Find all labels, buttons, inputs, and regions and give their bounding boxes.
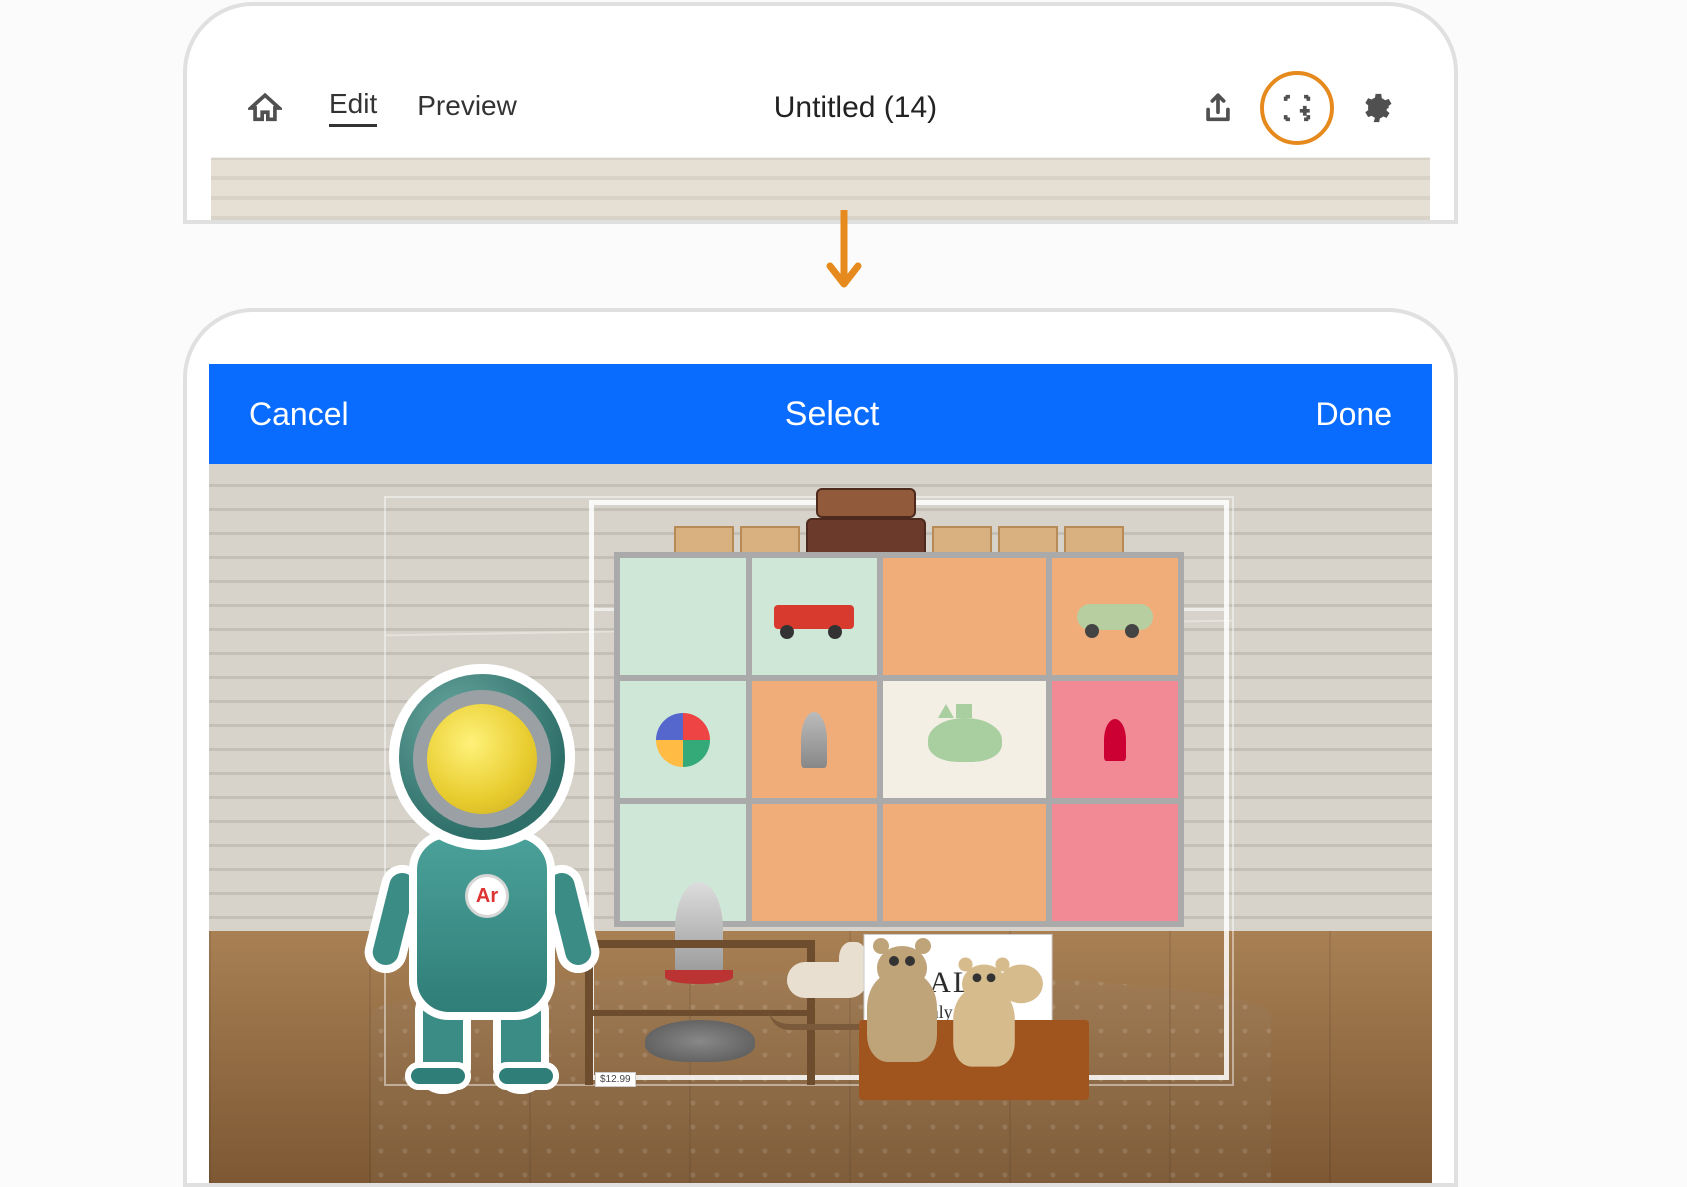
shelf-cell (883, 681, 1046, 798)
home-icon[interactable] (241, 84, 289, 132)
rocket-icon (801, 712, 827, 768)
toolbar-right-group (1194, 71, 1400, 145)
rocket-large-icon (675, 882, 723, 976)
flow-arrow-down-icon (0, 210, 1687, 300)
mascot-foot (493, 1062, 559, 1090)
shelf-cell (883, 558, 1046, 675)
beach-ball-icon (656, 713, 710, 767)
select-region-icon[interactable] (1273, 84, 1321, 132)
suitcase-icon (816, 488, 916, 518)
ar-scene-canvas[interactable]: $12.99 SALE! only $1199 (209, 464, 1432, 1183)
shelf-cell (752, 558, 878, 675)
mascot-body (409, 830, 555, 1020)
share-icon[interactable] (1194, 84, 1242, 132)
select-bar: Cancel Select Done (209, 364, 1432, 464)
app-window-top: Edit Preview Untitled (14) (211, 58, 1430, 220)
armadillo-icon (645, 1020, 755, 1062)
mascot-visor (413, 690, 551, 828)
shelf-cell (620, 681, 746, 798)
shelf-cell (1052, 804, 1178, 921)
done-button[interactable]: Done (1316, 396, 1393, 433)
toolbar-left-group: Edit Preview (241, 84, 517, 132)
teddy-bear-icon (867, 972, 937, 1062)
rocket-icon (1104, 719, 1126, 761)
price-tag: $12.99 (595, 1072, 636, 1087)
toolbar: Edit Preview Untitled (14) (211, 58, 1430, 158)
teddy-bear-icon (953, 987, 1015, 1066)
shelf-cell (752, 681, 878, 798)
mascot-badge: Ar (465, 874, 509, 918)
mascot-foot (405, 1062, 471, 1090)
toy-car-icon (1077, 604, 1153, 630)
tab-edit[interactable]: Edit (329, 88, 377, 127)
select-bar-title: Select (349, 395, 1316, 434)
app-window-bottom: Cancel Select Done (209, 364, 1432, 1183)
device-frame-top: Edit Preview Untitled (14) (183, 2, 1458, 224)
cancel-button[interactable]: Cancel (249, 396, 349, 433)
wagon-icon (774, 605, 854, 629)
shelf-cell (752, 804, 878, 921)
select-region-highlight (1260, 71, 1334, 145)
device-frame-bottom: Cancel Select Done (183, 308, 1458, 1187)
shelf-cell (1052, 558, 1178, 675)
toy-shelf[interactable] (614, 552, 1184, 927)
shelf-cell (620, 558, 746, 675)
dinosaur-icon (928, 718, 1002, 762)
shelf-cell (1052, 681, 1178, 798)
document-title[interactable]: Untitled (14) (517, 91, 1194, 125)
gear-icon[interactable] (1352, 84, 1400, 132)
aero-mascot[interactable]: Ar (367, 664, 597, 1084)
tab-preview[interactable]: Preview (417, 90, 517, 126)
shelf-cell (883, 804, 1046, 921)
